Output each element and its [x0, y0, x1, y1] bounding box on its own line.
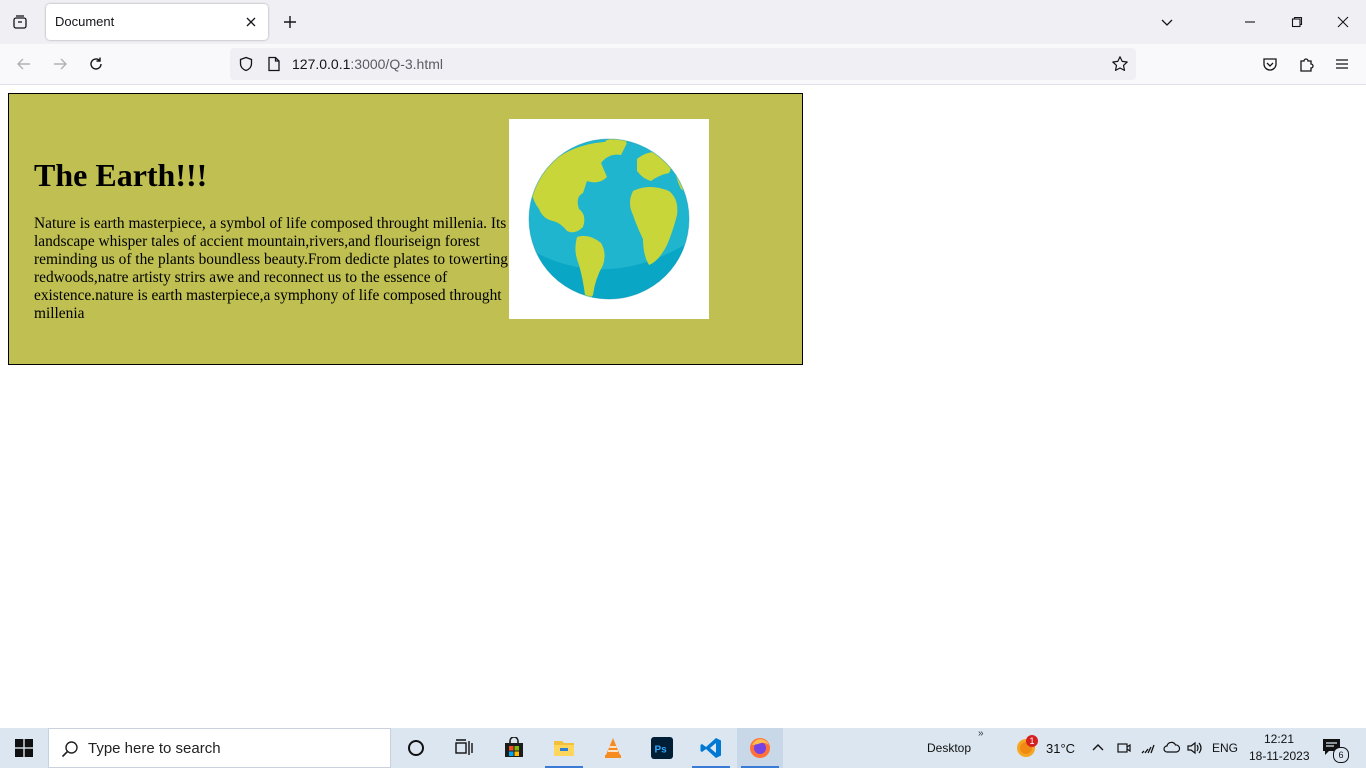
tab-list-icon[interactable] [8, 10, 32, 34]
svg-text:Ps: Ps [655, 745, 668, 756]
cortana-icon[interactable] [393, 728, 439, 768]
minimize-icon[interactable] [1236, 8, 1264, 36]
show-hidden-icons-icon[interactable] [1086, 728, 1110, 768]
microsoft-store-icon[interactable] [491, 728, 537, 768]
vlc-icon[interactable] [590, 728, 636, 768]
page-heading: The Earth!!! [34, 157, 208, 193]
desktop-toolbar-label[interactable]: Desktop [927, 741, 971, 755]
url-text[interactable]: 127.0.0.1:3000/Q-3.html [292, 56, 443, 72]
new-tab-icon[interactable] [278, 10, 302, 34]
earth-globe-icon [509, 119, 709, 319]
volume-icon[interactable] [1183, 728, 1207, 768]
earth-card: The Earth!!! Nature is earth masterpiece… [8, 93, 803, 365]
vscode-icon[interactable] [688, 728, 734, 768]
language-indicator[interactable]: ENG [1212, 741, 1238, 755]
taskbar: Type here to search Ps Desktop » 1 31°C [0, 728, 1366, 768]
url-path: :3000/Q-3.html [350, 56, 443, 72]
earth-paragraph: Nature is earth masterpiece, a symbol of… [34, 215, 508, 322]
notification-count-badge: 6 [1333, 747, 1349, 763]
shield-icon[interactable] [236, 54, 256, 74]
pocket-icon[interactable] [1258, 52, 1282, 76]
windows-start-icon[interactable] [0, 728, 48, 768]
taskbar-search-box[interactable]: Type here to search [48, 728, 391, 768]
search-placeholder: Type here to search [88, 740, 221, 757]
page-icon[interactable] [264, 54, 284, 74]
bookmark-star-icon[interactable] [1110, 54, 1130, 74]
weather-temperature[interactable]: 31°C [1046, 741, 1075, 756]
close-tab-icon[interactable] [242, 13, 260, 31]
menu-icon[interactable] [1330, 52, 1354, 76]
list-all-tabs-icon[interactable] [1153, 8, 1181, 36]
notification-center-icon[interactable]: 6 [1322, 738, 1349, 763]
weather-alert-badge: 1 [1026, 735, 1038, 747]
tab-bar: Document [0, 0, 1366, 44]
back-icon[interactable] [12, 52, 36, 76]
clock-time[interactable]: 12:21 [1264, 732, 1294, 746]
toolbar-chevron-icon[interactable]: » [978, 728, 984, 739]
restore-icon[interactable] [1283, 8, 1311, 36]
weather-icon[interactable]: 1 [1015, 735, 1038, 759]
firefox-icon[interactable] [737, 728, 783, 768]
extensions-icon[interactable] [1294, 52, 1318, 76]
photoshop-icon[interactable]: Ps [639, 728, 685, 768]
clock-date[interactable]: 18-11-2023 [1249, 749, 1310, 763]
forward-icon[interactable] [48, 52, 72, 76]
tab-document[interactable]: Document [46, 4, 268, 40]
url-bar[interactable]: 127.0.0.1:3000/Q-3.html [230, 48, 1136, 80]
navigation-bar: 127.0.0.1:3000/Q-3.html [0, 44, 1366, 85]
wifi-icon[interactable] [1136, 728, 1160, 768]
reload-icon[interactable] [84, 52, 108, 76]
task-view-icon[interactable] [441, 728, 487, 768]
network-cloud-icon[interactable] [1160, 728, 1184, 768]
tab-title: Document [55, 14, 115, 29]
url-host: 127.0.0.1 [292, 56, 351, 72]
file-explorer-icon[interactable] [541, 728, 587, 768]
search-icon [61, 740, 79, 762]
meet-now-icon[interactable] [1112, 728, 1136, 768]
close-window-icon[interactable] [1329, 8, 1357, 36]
